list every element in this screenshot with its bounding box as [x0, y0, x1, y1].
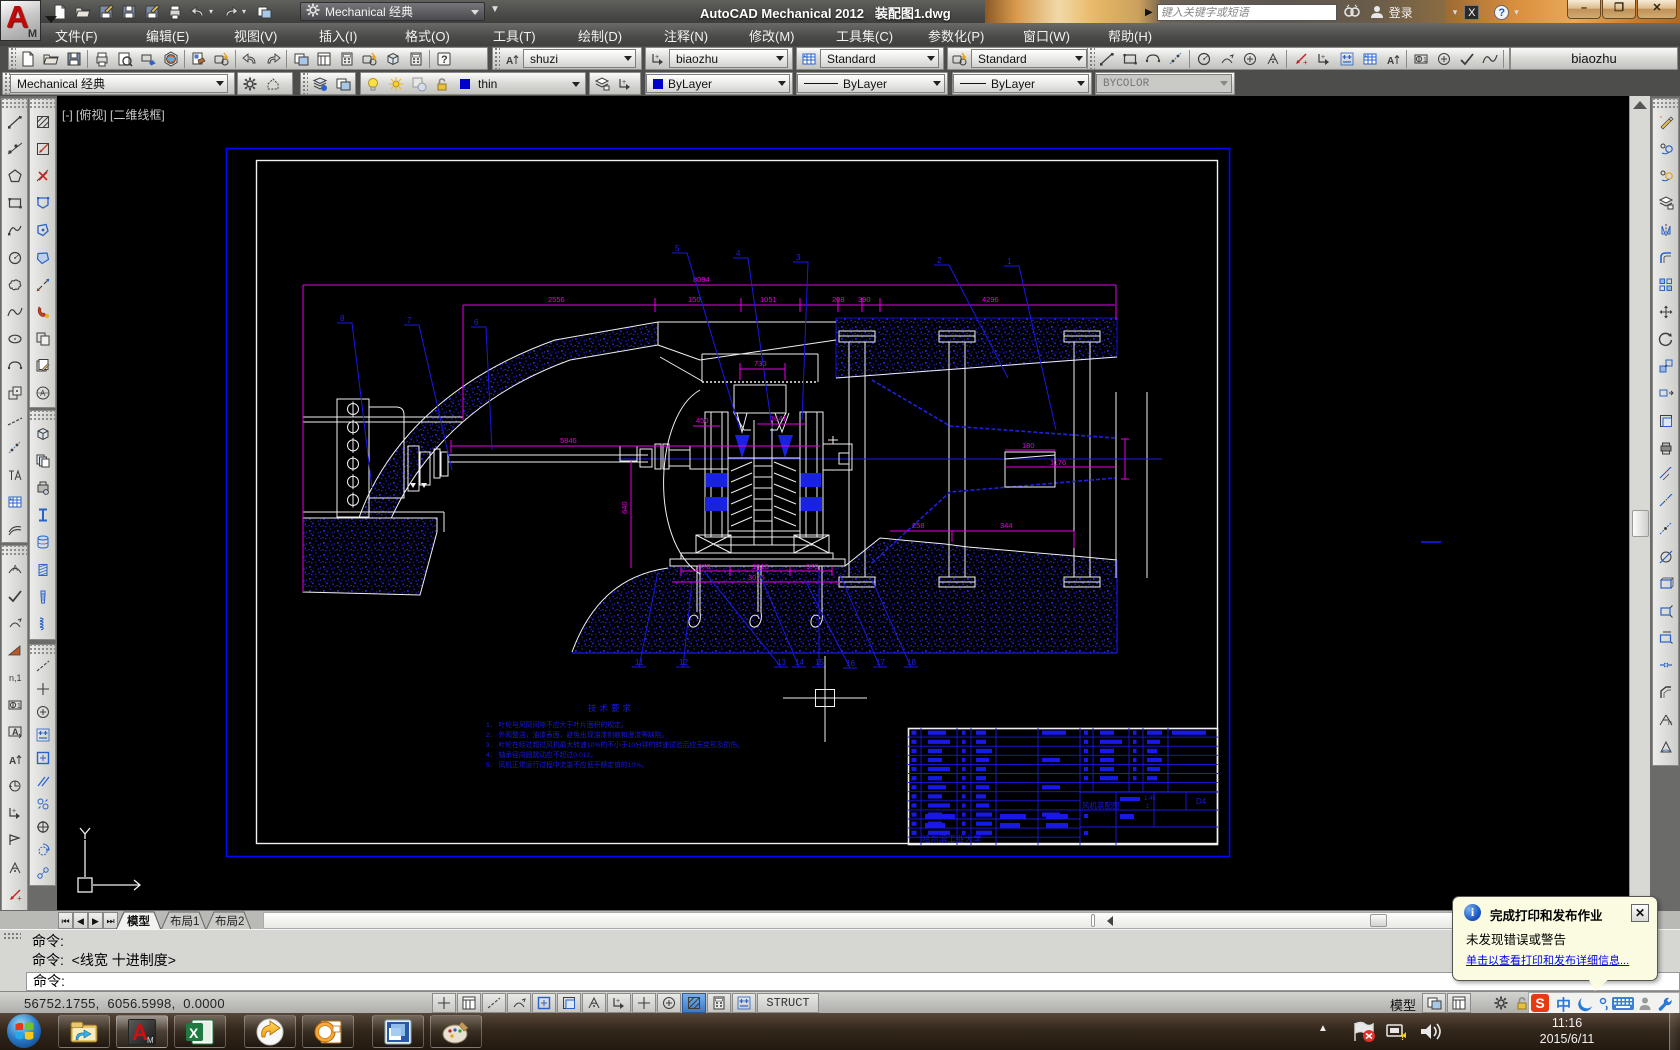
svg-text:258: 258 [912, 521, 925, 530]
svg-text:1:45: 1:45 [1144, 796, 1156, 802]
svg-text:技术要求: 技术要求 [588, 703, 634, 713]
svg-text:150: 150 [688, 295, 701, 304]
svg-text:1: 1 [1146, 804, 1150, 810]
svg-text:180: 180 [1022, 441, 1035, 450]
svg-text:M: M [147, 1036, 154, 1045]
svg-text:344: 344 [1000, 521, 1013, 530]
svg-text:X: X [189, 1025, 199, 1041]
svg-text:+: + [17, 894, 22, 903]
svg-text:3． 叶轮在经过超过风机最大转速10%的不小于10分钟的转速: 3． 叶轮在经过超过风机最大转速10%的不小于10分钟的转速试验后应无变形及损伤… [486, 740, 744, 749]
svg-text:A: A [12, 564, 18, 573]
svg-text:18: 18 [907, 658, 916, 667]
svg-text:970: 970 [698, 562, 711, 571]
svg-text:+: + [12, 808, 16, 815]
svg-text:14: 14 [795, 658, 804, 667]
svg-text:A: A [506, 56, 513, 67]
svg-text:2556: 2556 [548, 295, 565, 304]
svg-text:A: A [9, 756, 16, 767]
svg-text:15: 15 [815, 658, 824, 667]
svg-text:640: 640 [620, 501, 629, 514]
svg-text:13: 13 [777, 658, 786, 667]
svg-text:730: 730 [754, 359, 767, 368]
svg-text:1051: 1051 [760, 295, 777, 304]
svg-text:1． 叶轮与风筒间隙不应大于叶片面积的规定。: 1． 叶轮与风筒间隙不应大于叶片面积的规定。 [486, 720, 628, 729]
svg-text:8: 8 [340, 314, 345, 323]
svg-text:5． 风机正常运行过程中流量不应低于额定值的10%。: 5． 风机正常运行过程中流量不应低于额定值的10%。 [486, 760, 648, 769]
svg-text:7: 7 [407, 316, 412, 325]
svg-text:5846: 5846 [560, 436, 577, 445]
svg-text:+: + [622, 79, 626, 86]
svg-text:450: 450 [696, 416, 709, 425]
svg-text:+: + [1303, 58, 1308, 67]
svg-text:A: A [132, 1020, 148, 1045]
svg-text:979: 979 [806, 562, 819, 571]
svg-text:4: 4 [736, 249, 741, 258]
svg-text:!: ! [1401, 1032, 1404, 1042]
svg-text:+: + [1321, 54, 1325, 61]
svg-text:A: A [1387, 56, 1394, 67]
svg-text:A: A [12, 727, 19, 737]
svg-text:[-] [俯视] [二维线框]: [-] [俯视] [二维线框] [62, 107, 165, 122]
svg-text:17: 17 [876, 658, 885, 667]
svg-text:1176: 1176 [1050, 458, 1066, 467]
svg-text:2． 外观整洁，油漆表面，避免出现油漆刻痕和漫流等缺陷。: 2． 外观整洁，油漆表面，避免出现油漆刻痕和漫流等缺陷。 [486, 730, 668, 739]
svg-text:+: + [655, 54, 659, 61]
svg-text:1918: 1918 [752, 562, 769, 571]
svg-text:布局2: 布局2 [215, 915, 244, 928]
svg-text:A: A [40, 389, 46, 398]
svg-text:1: 1 [17, 703, 21, 710]
svg-text:4． 轴承径向圆跳动应不超过0.012。: 4． 轴承径向圆跳动应不超过0.012。 [486, 750, 597, 759]
svg-text:390: 390 [858, 295, 871, 304]
svg-text:2: 2 [937, 256, 942, 265]
svg-text:1: 1 [1423, 57, 1427, 64]
svg-text:n,1: n,1 [9, 673, 22, 683]
svg-text:6: 6 [474, 318, 479, 327]
svg-text:4296: 4296 [982, 295, 999, 304]
svg-text:?: ? [441, 54, 448, 66]
svg-text:哈尔滨工业大学: 哈尔滨工业大学 [922, 834, 982, 844]
svg-text:1: 1 [1007, 257, 1012, 266]
svg-text:3: 3 [796, 253, 801, 262]
svg-text:D4: D4 [1196, 797, 1207, 806]
svg-text:208: 208 [832, 295, 845, 304]
svg-text:风机装配图: 风机装配图 [1082, 800, 1120, 810]
svg-text:模型: 模型 [127, 914, 150, 928]
svg-text:+: + [616, 998, 620, 1005]
svg-text:布局1: 布局1 [170, 915, 199, 928]
svg-text:5: 5 [675, 244, 680, 253]
svg-text:n: n [1668, 720, 1672, 727]
svg-text:1641: 1641 [770, 414, 787, 423]
